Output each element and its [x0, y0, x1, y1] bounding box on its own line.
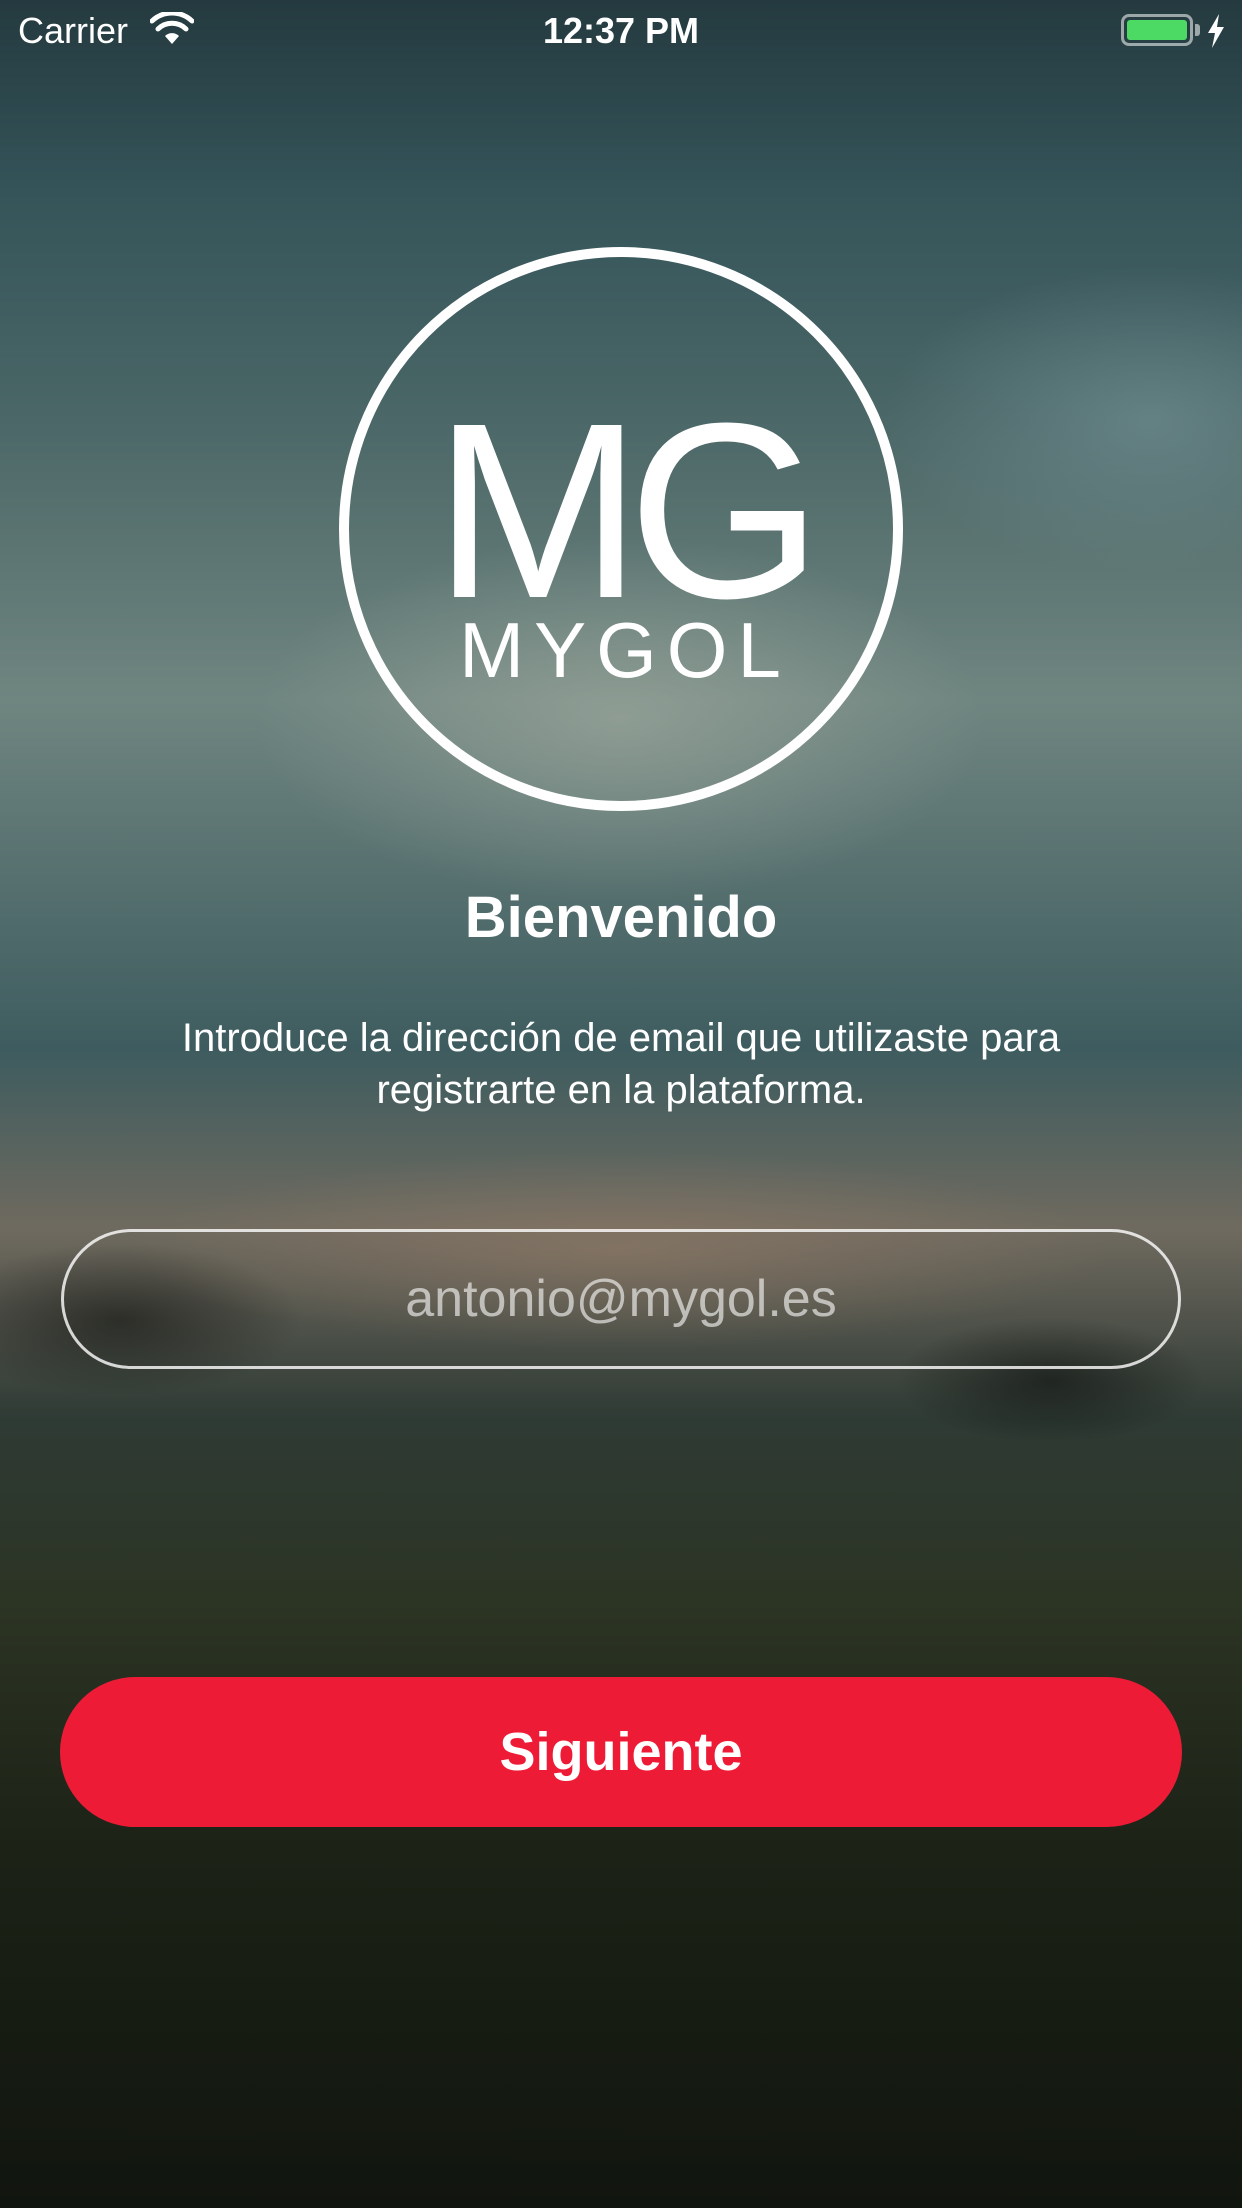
mygol-logo: MG MYGOL — [338, 246, 904, 812]
status-bar: Carrier 12:37 PM — [0, 0, 1242, 62]
logo-wordmark: MYGOL — [459, 606, 791, 694]
battery-level — [1127, 20, 1187, 40]
battery-tip — [1195, 24, 1200, 36]
next-button[interactable]: Siguiente — [60, 1677, 1182, 1827]
charging-bolt-icon — [1208, 14, 1224, 48]
battery-icon — [1121, 14, 1193, 46]
email-field[interactable] — [61, 1229, 1181, 1369]
welcome-subtitle: Introduce la dirección de email que util… — [181, 1016, 1061, 1112]
logo-monogram: MG — [433, 371, 823, 650]
welcome-title: Bienvenido — [464, 885, 778, 950]
status-time: 12:37 PM — [542, 10, 700, 51]
